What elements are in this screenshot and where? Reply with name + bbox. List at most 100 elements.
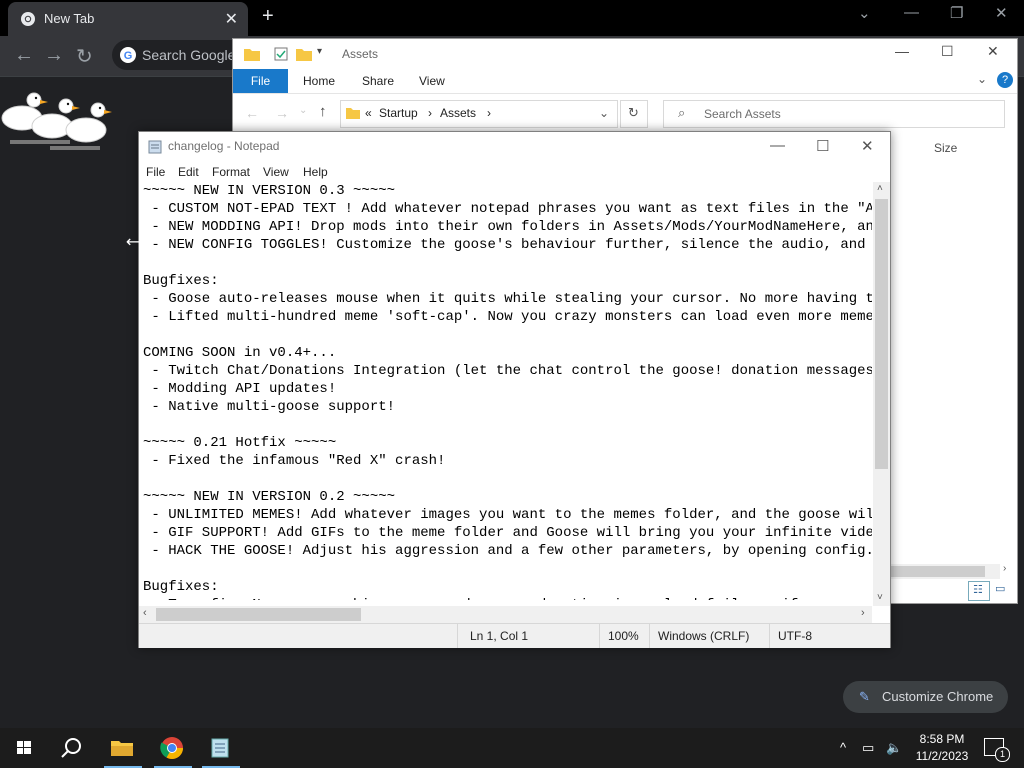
- chevron-down-icon[interactable]: ⌄: [858, 4, 871, 22]
- minimize-button[interactable]: —: [895, 43, 909, 59]
- scroll-left-icon[interactable]: ‹: [143, 607, 147, 619]
- text-line: ~~~~~ NEW IN VERSION 0.2 ~~~~~: [143, 489, 396, 505]
- back-icon[interactable]: ←: [14, 44, 34, 67]
- new-folder-icon[interactable]: [295, 46, 313, 62]
- ribbon-tab-home[interactable]: Home: [303, 74, 335, 88]
- menubar: File Edit Format View Help: [139, 162, 890, 182]
- scroll-up-icon[interactable]: ˄: [877, 183, 883, 194]
- refresh-button[interactable]: ↻: [620, 100, 648, 128]
- maximize-button[interactable]: ☐: [816, 137, 829, 155]
- cursor-position: Ln 1, Col 1: [470, 629, 529, 643]
- column-header-size[interactable]: Size: [934, 141, 957, 155]
- text-line: - Lifted multi-hundred meme 'soft-cap'. …: [143, 309, 872, 325]
- chrome-icon[interactable]: [156, 734, 188, 762]
- large-icons-button[interactable]: ▭: [991, 581, 1011, 599]
- text-line: Bugfixes:: [143, 579, 219, 595]
- scrollbar-thumb[interactable]: [889, 566, 985, 577]
- explorer-title: Assets: [342, 47, 379, 61]
- close-button[interactable]: ✕: [987, 43, 999, 60]
- scrollbar-thumb[interactable]: [156, 608, 361, 621]
- time: 8:58 PM: [919, 732, 965, 746]
- scroll-right-icon[interactable]: ›: [1003, 563, 1006, 574]
- breadcrumb-assets[interactable]: Assets: [440, 106, 476, 120]
- large-icons-icon: ▭: [995, 583, 1006, 595]
- menu-edit[interactable]: Edit: [178, 165, 199, 179]
- ribbon-tab-view[interactable]: View: [419, 74, 445, 88]
- help-icon[interactable]: ?: [997, 72, 1013, 88]
- text-line: ~~~~~ 0.21 Hotfix ~~~~~: [143, 435, 337, 451]
- reload-icon[interactable]: ↻: [76, 44, 93, 69]
- text-line: - UNLIMITED MEMES! Add whatever images y…: [143, 507, 872, 523]
- folder-icon: [346, 108, 360, 119]
- menu-format[interactable]: Format: [212, 165, 250, 179]
- text-line: - HACK THE GOOSE! Adjust his aggression …: [143, 543, 872, 559]
- notepad-window: changelog - Notepad — ☐ ✕ File Edit Form…: [138, 131, 891, 648]
- up-icon[interactable]: ↑: [319, 103, 327, 120]
- maximize-button[interactable]: ☐: [941, 43, 954, 60]
- omnibox-placeholder: Search Google: [142, 47, 236, 63]
- quick-access-dropdown-icon[interactable]: ▾: [317, 46, 322, 57]
- forward-icon[interactable]: →: [275, 105, 289, 121]
- divider: [599, 624, 600, 648]
- explorer-hscroll[interactable]: [889, 564, 1000, 579]
- explorer-titlebar: ▾ Assets — ☐ ✕: [233, 39, 1017, 69]
- breadcrumb-separator: «: [365, 106, 372, 120]
- recent-locations-icon[interactable]: ⌄: [299, 105, 307, 116]
- scroll-down-icon[interactable]: ˅: [877, 592, 883, 603]
- menu-file[interactable]: File: [146, 165, 165, 179]
- text-line: - Modding API updates!: [143, 381, 337, 397]
- resize-cursor-icon: ⟷: [126, 234, 149, 251]
- properties-icon[interactable]: [273, 46, 289, 62]
- close-button[interactable]: ✕: [861, 137, 874, 155]
- scroll-right-icon[interactable]: ›: [861, 607, 865, 619]
- notification-count: 1: [995, 747, 1010, 762]
- text-line: - Temp fix: No more crashing, on an edge…: [139, 596, 872, 600]
- tab-new-tab[interactable]: New Tab ✕: [8, 2, 248, 36]
- address-bar[interactable]: « Startup › Assets › ⌄: [340, 100, 618, 128]
- divider: [649, 624, 650, 648]
- minimize-button[interactable]: —: [770, 137, 785, 154]
- forward-icon[interactable]: →: [44, 44, 64, 67]
- volume-muted-icon[interactable]: 🔈: [886, 740, 902, 756]
- breadcrumb-startup[interactable]: Startup: [379, 106, 418, 120]
- search-icon[interactable]: [56, 734, 88, 762]
- customize-chrome-label: Customize Chrome: [882, 689, 994, 704]
- minimize-button[interactable]: —: [904, 4, 919, 21]
- text-line: - NEW CONFIG TOGGLES! Customize the goos…: [143, 237, 872, 253]
- zoom-level: 100%: [608, 629, 639, 643]
- notification-center-icon[interactable]: 1: [984, 738, 1010, 762]
- text-line: - Twitch Chat/Donations Integration (let…: [143, 363, 872, 379]
- notepad-titlebar: changelog - Notepad — ☐ ✕: [139, 132, 890, 162]
- menu-view[interactable]: View: [263, 165, 289, 179]
- clock[interactable]: 8:58 PM 11/2/2023: [911, 731, 973, 765]
- text-line: - NEW MODDING API! Drop mods into their …: [143, 219, 872, 235]
- back-icon[interactable]: ←: [245, 105, 259, 121]
- file-explorer-icon[interactable]: [106, 734, 138, 762]
- close-button[interactable]: ✕: [995, 4, 1008, 22]
- show-hidden-icons[interactable]: ^: [840, 740, 846, 755]
- menu-help[interactable]: Help: [303, 165, 328, 179]
- ribbon-tab-share[interactable]: Share: [362, 74, 394, 88]
- folder-icon: [244, 49, 260, 61]
- customize-chrome-button[interactable]: ✎ Customize Chrome: [843, 681, 1008, 713]
- text-line: [139, 560, 872, 578]
- network-icon[interactable]: ▭: [862, 740, 874, 756]
- horizontal-scrollbar[interactable]: ‹ ›: [139, 606, 872, 623]
- expand-ribbon-icon[interactable]: ⌄: [977, 72, 987, 86]
- windows-start-icon[interactable]: [8, 734, 40, 762]
- address-dropdown-icon[interactable]: ⌄: [599, 106, 609, 120]
- scrollbar-thumb[interactable]: [875, 199, 888, 469]
- search-assets-input[interactable]: ⌕ Search Assets: [663, 100, 1005, 128]
- details-view-button[interactable]: ☷: [968, 581, 990, 601]
- text-line: [139, 416, 872, 434]
- text-line: Bugfixes:: [143, 273, 219, 289]
- search-placeholder: Search Assets: [704, 107, 781, 121]
- vertical-scrollbar[interactable]: ˄ ˅: [873, 182, 890, 606]
- restore-button[interactable]: ❐: [950, 4, 963, 22]
- close-tab-icon[interactable]: ✕: [225, 9, 238, 29]
- notepad-icon[interactable]: [204, 734, 236, 762]
- ribbon-tab-file[interactable]: File: [233, 69, 288, 93]
- ribbon-tabs: File Home Share View ⌄ ?: [233, 69, 1017, 94]
- text-editor[interactable]: ~~~~~ NEW IN VERSION 0.3 ~~~~~ - CUSTOM …: [139, 182, 872, 600]
- new-tab-button[interactable]: +: [262, 5, 274, 28]
